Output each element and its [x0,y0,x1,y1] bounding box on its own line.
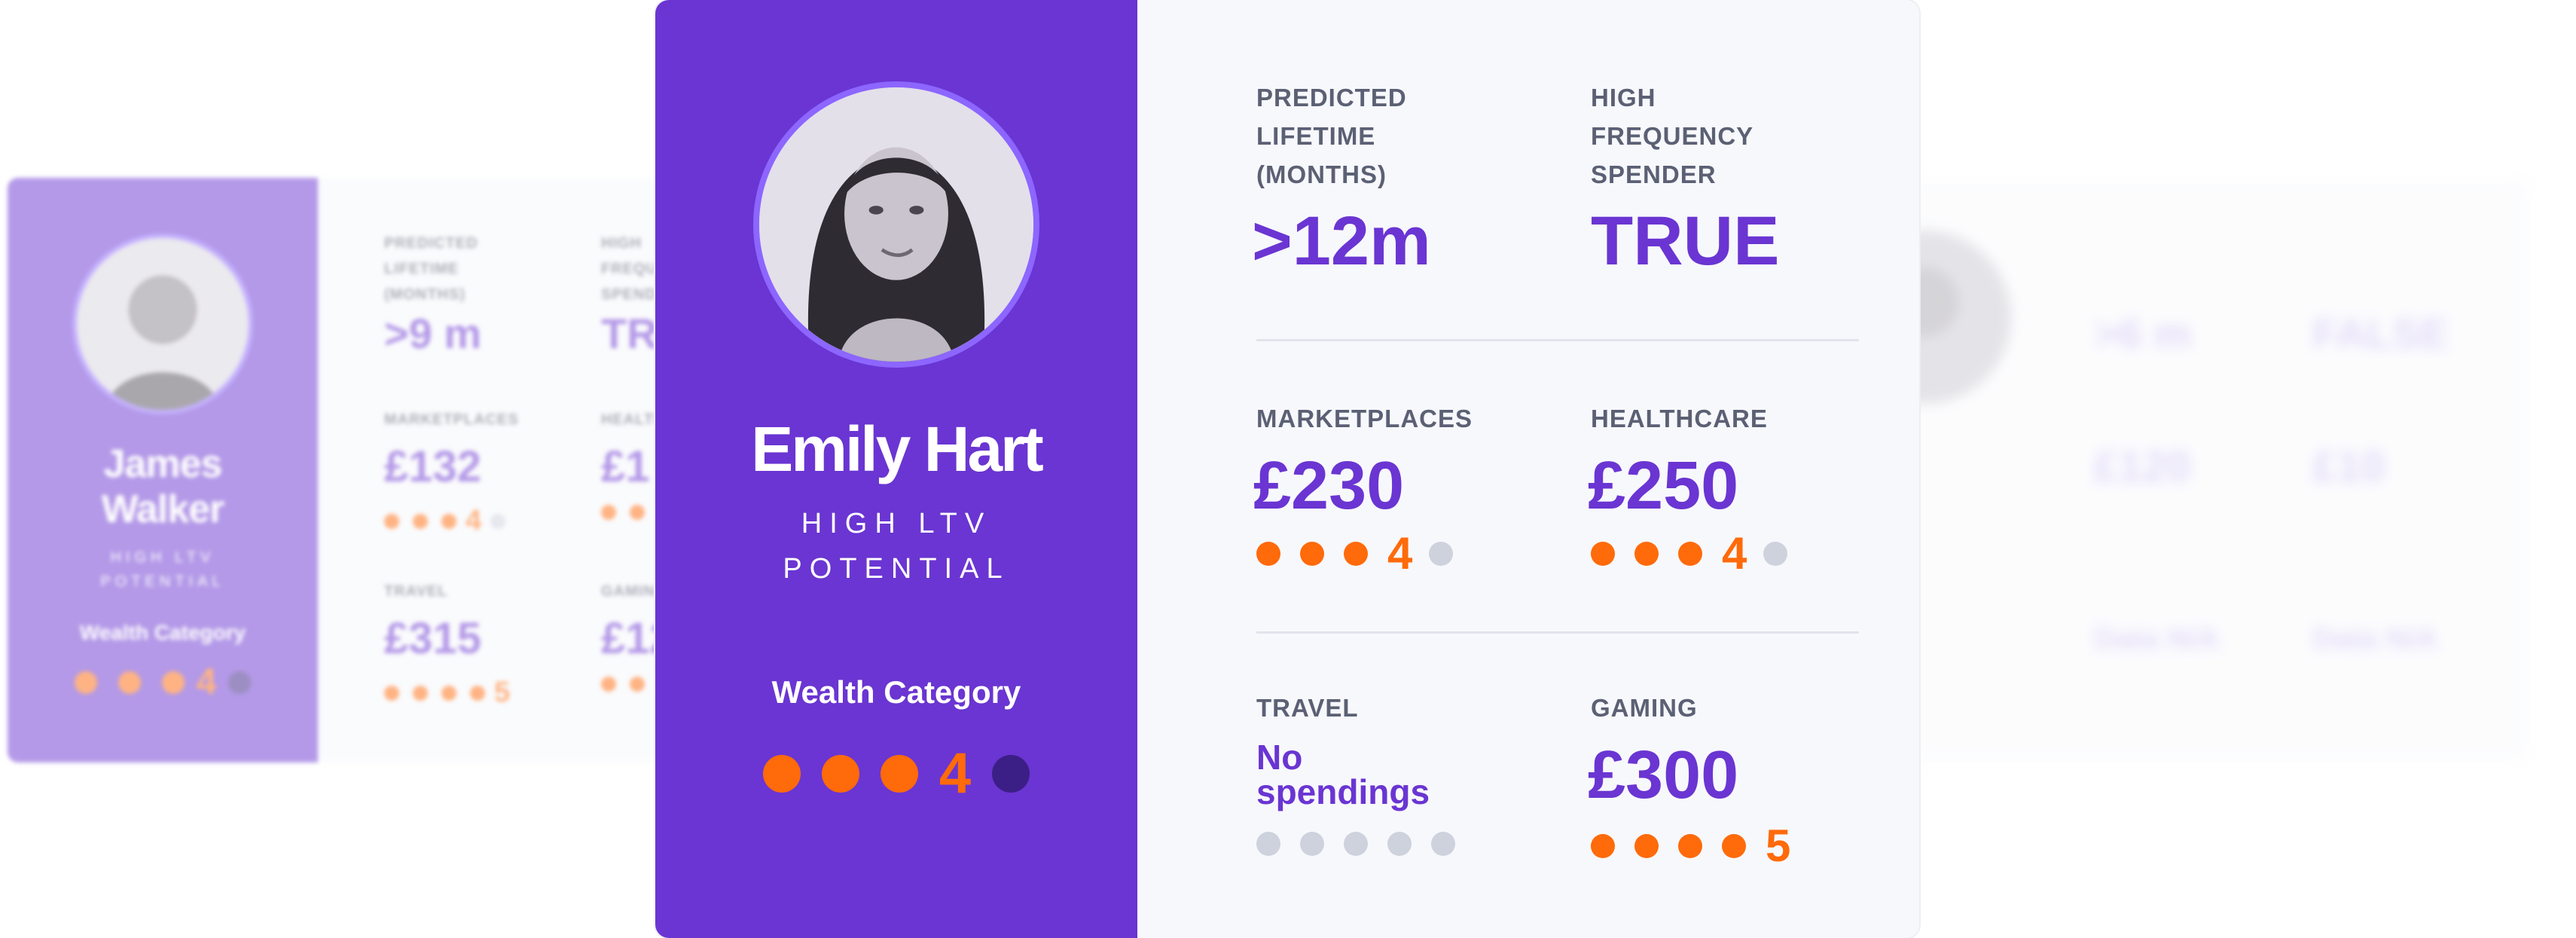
gaming-rating [601,677,645,692]
rating-dot [384,685,399,701]
travel-value: Data N/A [2094,622,2220,655]
travel-rating: 5 [384,677,510,709]
healthcare-label: HEALTHCARE [1591,405,1768,432]
rating-dot [1344,541,1368,566]
rating-dot [1344,832,1368,856]
marketplaces-rating: 4 [1256,527,1473,579]
rating-dot [1300,541,1324,566]
rating-number: 4 [465,505,482,536]
rating-dot [1256,541,1280,566]
divider [1256,631,1859,634]
stats-panel: >6 m FALSE £120 £10 Data N/A Data N/A [2094,178,2531,762]
frequency-value: FALSE [2312,310,2449,357]
gaming-label: GAMING [1591,694,1698,722]
rating-dot [441,685,456,701]
wealth-rating: 4 [762,741,1030,806]
customer-name: Emily Hart [751,414,1043,484]
rating-dot [630,505,645,520]
marketplaces-value: £230 [1253,448,1405,524]
rating-dot [992,754,1030,793]
rating-dot [1634,541,1659,566]
lifetime-label: PREDICTED LIFETIME (MONTHS) [384,235,478,303]
rating-dot [384,513,399,529]
marketplaces-value: £120 [2094,442,2192,491]
healthcare-value: £10 [2312,442,2385,491]
rating-number: 5 [494,677,511,708]
wealth-rating: 4 [74,661,252,703]
rating-dot [630,677,645,692]
rating-dot [413,685,428,701]
profile-panel: James Walker HIGH LTV POTENTIAL Wealth C… [8,178,318,762]
rating-dot [470,685,485,701]
rating-dot [601,505,616,520]
rating-dot [821,754,859,793]
rating-dot [762,754,801,793]
divider [1256,339,1859,341]
wealth-category-label: Wealth Category [79,621,246,644]
travel-value: £315 [384,614,482,663]
rating-dot [118,671,141,694]
rating-dot [1722,833,1746,858]
frequency-value: TRUE [1591,203,1780,280]
rating-dot [1387,832,1412,856]
profile-panel: Emily Hart HIGH LTV POTENTIAL Wealth Cat… [655,0,1137,938]
rating-dot [74,671,97,694]
rating-dot [1431,832,1455,856]
rating-dot [1763,541,1788,566]
rating-dot [1591,833,1615,858]
rating-number: 5 [1766,820,1791,871]
rating-dot [1678,541,1702,566]
gaming-value: Data N/A [2312,622,2438,655]
avatar [753,81,1039,368]
rating-dot [413,513,428,529]
rating-dot [880,754,918,793]
ltv-subtitle: HIGH LTV POTENTIAL [783,501,1009,591]
lifetime-value: >6 m [2094,310,2192,357]
healthcare-value: £250 [1588,448,1739,524]
healthcare-value: £1 [601,442,650,491]
travel-rating [1256,832,1475,856]
rating-number: 4 [1387,528,1413,579]
rating-number: 4 [1722,528,1747,579]
rating-dot [441,513,456,529]
travel-label: TRAVEL [384,583,448,600]
rating-dot [1256,832,1280,856]
marketplaces-value: £132 [384,442,482,491]
rating-dot [1634,833,1659,858]
rating-dot [1591,541,1615,566]
rating-dot [228,671,252,694]
ltv-subtitle: HIGH LTV POTENTIAL [100,549,225,590]
rating-dot [1678,833,1702,858]
marketplaces-label: MARKETPLACES [1256,405,1473,432]
marketplaces-rating: 4 [384,505,506,537]
rating-dot [161,671,185,694]
stats-panel: PREDICTED LIFETIME (MONTHS) >12m HIGH FR… [1137,0,1919,938]
gaming-value: £300 [1588,738,1739,813]
avatar [72,234,253,414]
rating-number: 4 [196,662,217,702]
customer-card-emily-hart[interactable]: Emily Hart HIGH LTV POTENTIAL Wealth Cat… [655,0,1919,938]
rating-dot [1300,832,1324,856]
lifetime-value: >12m [1252,203,1431,280]
rating-dot [601,677,616,692]
healthcare-rating: 4 [1591,527,1807,579]
lifetime-value: >9 m [384,310,482,357]
rating-dot [1429,541,1454,566]
gaming-rating: 5 [1591,820,1807,872]
customer-name: James Walker [101,442,225,531]
rating-number: 4 [939,741,972,805]
customer-card-right[interactable]: >6 m FALSE £120 £10 Data N/A Data N/A [1838,178,2531,762]
marketplaces-label: MARKETPLACES [384,411,519,428]
lifetime-label: PREDICTED LIFETIME (MONTHS) [1256,84,1407,188]
frequency-label: HIGH FREQUENCY SPENDER [1591,84,1753,188]
ltv-subtitle-line: POTENTIAL [783,553,1010,585]
travel-value: No spendings [1256,738,1430,811]
travel-label: TRAVEL [1256,694,1359,722]
wealth-category-label: Wealth Category [771,674,1021,710]
ltv-subtitle-line: HIGH LTV [801,508,992,539]
rating-dot [490,513,506,529]
